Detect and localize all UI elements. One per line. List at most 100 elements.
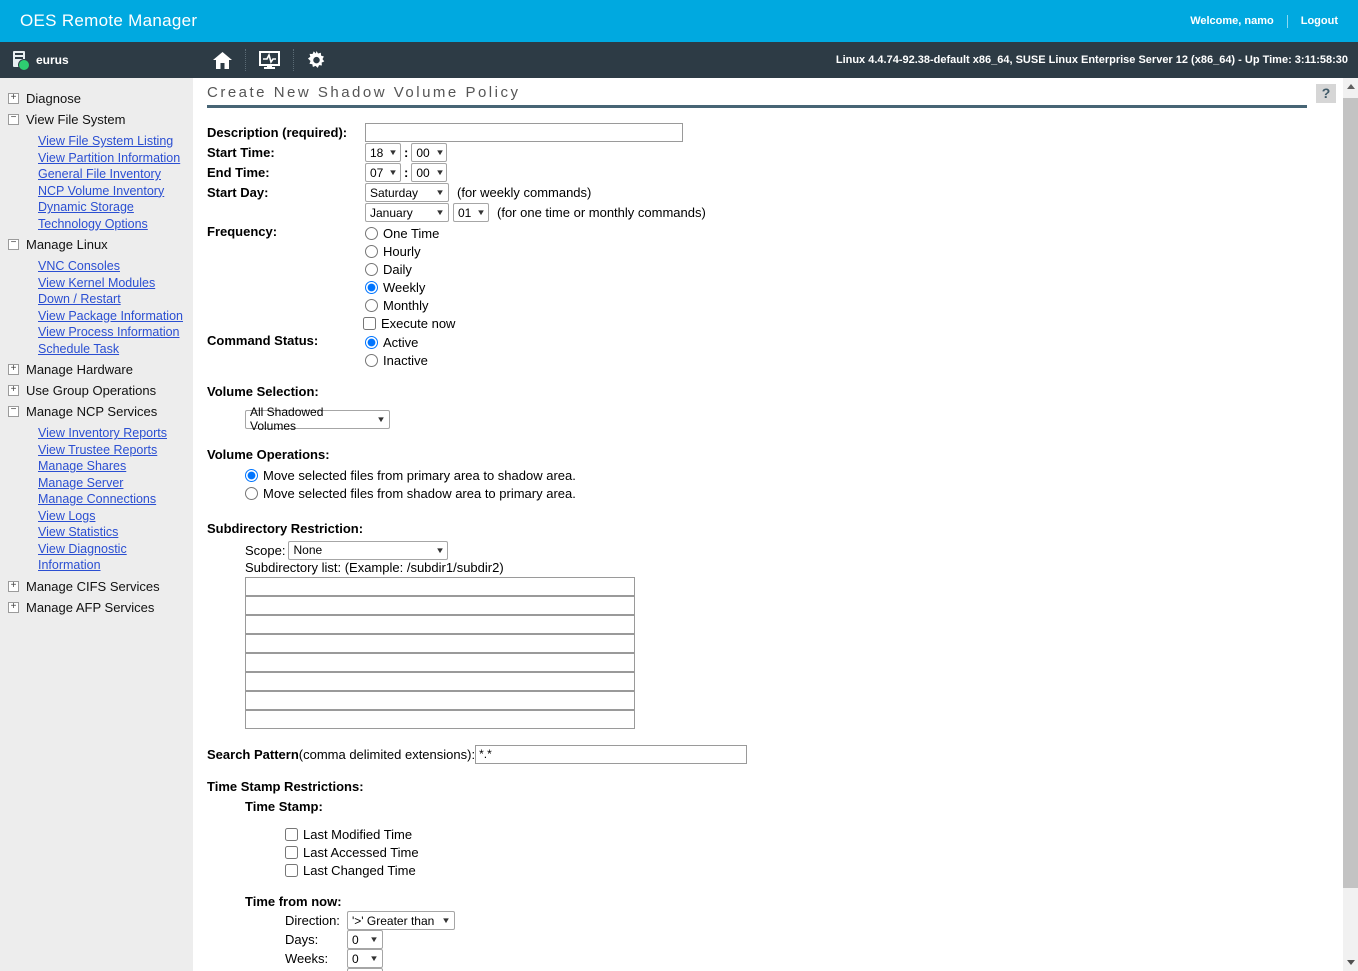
home-icon[interactable] [200,49,245,71]
sidebar-link-schedule-task[interactable]: Schedule Task [38,341,190,358]
sidebar-link-down-restart[interactable]: Down / Restart [38,291,190,308]
sidebar-link-manage-server[interactable]: Manage Server [38,475,190,492]
sidebar-item-manage-afp-services[interactable]: Manage AFP Services [8,600,193,615]
sidebar-item-manage-linux[interactable]: Manage Linux [8,237,193,252]
weeks-label: Weeks: [285,951,347,966]
frequency-option-label: One Time [383,226,439,241]
sidebar-link-view-inventory-reports[interactable]: View Inventory Reports [38,425,190,442]
sidebar-item-manage-hardware[interactable]: Manage Hardware [8,362,193,377]
subdirectory-list-label: Subdirectory list: (Example: /subdir1/su… [245,560,1342,575]
time-direction-select[interactable]: '>' Greater than▼ [347,911,455,930]
expand-icon[interactable] [8,93,19,104]
frequency-option-label: Daily [383,262,412,277]
time-stamp-restrictions-heading: Time Stamp Restrictions: [207,779,1342,794]
collapse-icon[interactable] [8,114,19,125]
volume-selection-heading: Volume Selection: [207,384,1342,399]
sidebar-link-view-file-system-listing[interactable]: View File System Listing [38,133,190,150]
command-status-option-label: Active [383,335,418,350]
last-modified-time-checkbox[interactable] [285,828,298,841]
command-status-option-label: Inactive [383,353,428,368]
frequency-radio-weekly[interactable] [365,281,378,294]
description-input[interactable] [365,123,683,142]
volume-operations-heading: Volume Operations: [207,447,1342,462]
subdirectory-input-8[interactable] [245,710,635,729]
month-select[interactable]: January▼ [365,203,449,222]
start-hour-select[interactable]: 18▼ [365,143,401,162]
nav-sidebar: Diagnose View File System View File Syst… [0,78,193,971]
sidebar-item-manage-ncp-services[interactable]: Manage NCP Services [8,404,193,419]
command-status-radio-active[interactable] [365,336,378,349]
sidebar-link-vnc-consoles[interactable]: VNC Consoles [38,258,190,275]
sidebar-item-manage-cifs-services[interactable]: Manage CIFS Services [8,579,193,594]
volume-op-radio-shadow-to-primary[interactable] [245,487,258,500]
monthly-note: (for one time or monthly commands) [497,205,706,220]
last-changed-time-checkbox[interactable] [285,864,298,877]
vertical-scrollbar[interactable] [1343,78,1358,971]
subdirectory-input-5[interactable] [245,653,635,672]
weeks-select[interactable]: 0▼ [347,949,383,968]
logout-link[interactable]: Logout [1301,15,1338,27]
time-stamp-option-label: Last Accessed Time [303,845,419,860]
volume-selection-select[interactable]: All Shadowed Volumes▼ [245,410,390,429]
chevron-down-icon: ▼ [435,148,445,157]
command-status-radio-inactive[interactable] [365,354,378,367]
sidebar-item-view-file-system[interactable]: View File System [8,112,193,127]
end-minute-select[interactable]: 00▼ [411,163,447,182]
start-minute-select[interactable]: 00▼ [411,143,447,162]
subdirectory-input-6[interactable] [245,672,635,691]
scroll-up-arrow[interactable] [1343,78,1358,95]
subdirectory-list [245,577,1342,729]
expand-icon[interactable] [8,364,19,375]
health-monitor-icon[interactable] [245,49,293,71]
scroll-down-arrow[interactable] [1343,954,1358,971]
collapse-icon[interactable] [8,406,19,417]
subdirectory-input-7[interactable] [245,691,635,710]
collapse-icon[interactable] [8,239,19,250]
help-button[interactable]: ? [1316,84,1336,103]
sidebar-item-diagnose[interactable]: Diagnose [8,91,193,106]
chevron-down-icon: ▼ [435,546,445,555]
sidebar-link-dynamic-storage-technology-options[interactable]: Dynamic Storage Technology Options [38,199,190,232]
sidebar-link-view-trustee-reports[interactable]: View Trustee Reports [38,442,190,459]
sidebar-link-view-logs[interactable]: View Logs [38,508,190,525]
frequency-option-label: Monthly [383,298,429,313]
sidebar-item-use-group-operations[interactable]: Use Group Operations [8,383,193,398]
frequency-radio-one-time[interactable] [365,227,378,240]
scrollbar-thumb[interactable] [1343,98,1358,888]
sidebar-link-manage-connections[interactable]: Manage Connections [38,491,190,508]
subdirectory-input-4[interactable] [245,634,635,653]
sidebar-link-ncp-volume-inventory[interactable]: NCP Volume Inventory [38,183,190,200]
search-pattern-input[interactable] [475,745,747,764]
sidebar-link-manage-shares[interactable]: Manage Shares [38,458,190,475]
scope-select[interactable]: None▼ [288,541,448,560]
expand-icon[interactable] [8,581,19,592]
chevron-down-icon: ▼ [369,935,379,944]
gear-icon[interactable] [293,49,339,71]
subdirectory-restriction-heading: Subdirectory Restriction: [207,521,1342,536]
sidebar-link-view-partition-information[interactable]: View Partition Information [38,150,190,167]
sidebar-link-view-kernel-modules[interactable]: View Kernel Modules [38,275,190,292]
subdirectory-input-1[interactable] [245,577,635,596]
subdirectory-input-2[interactable] [245,596,635,615]
day-of-month-select[interactable]: 01▼ [453,203,489,222]
weekday-select[interactable]: Saturday▼ [365,183,449,202]
subdirectory-input-3[interactable] [245,615,635,634]
expand-icon[interactable] [8,602,19,613]
sidebar-link-view-diagnostic-information[interactable]: View Diagnostic Information [38,541,190,574]
sidebar-link-view-statistics[interactable]: View Statistics [38,524,190,541]
days-select[interactable]: 0▼ [347,930,383,949]
sidebar-link-view-process-information[interactable]: View Process Information [38,324,190,341]
frequency-radio-daily[interactable] [365,263,378,276]
end-hour-select[interactable]: 07▼ [365,163,401,182]
frequency-radio-hourly[interactable] [365,245,378,258]
frequency-radio-monthly[interactable] [365,299,378,312]
execute-now-checkbox[interactable] [363,317,376,330]
volume-op-radio-primary-to-shadow[interactable] [245,469,258,482]
chevron-down-icon: ▼ [389,168,399,177]
frequency-label: Frequency: [207,224,365,239]
expand-icon[interactable] [8,385,19,396]
last-accessed-time-checkbox[interactable] [285,846,298,859]
sidebar-link-view-package-information[interactable]: View Package Information [38,308,190,325]
sidebar-link-general-file-inventory[interactable]: General File Inventory [38,166,190,183]
frequency-option-label: Weekly [383,280,425,295]
